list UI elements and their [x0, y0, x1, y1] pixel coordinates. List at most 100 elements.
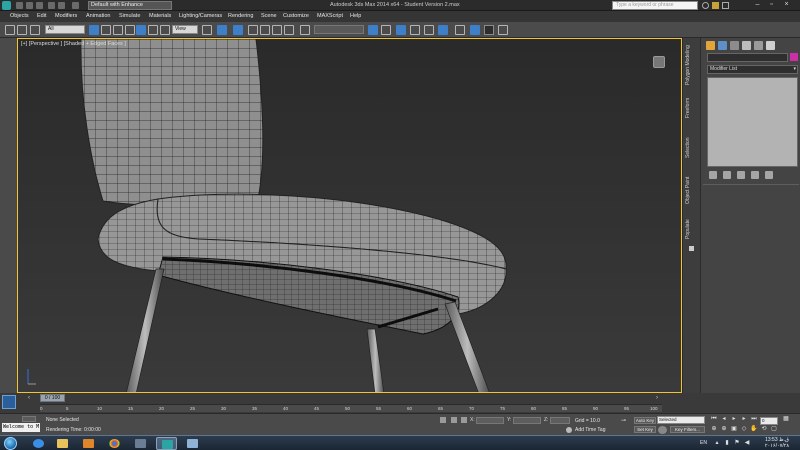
spinner-snap-icon[interactable] [284, 25, 294, 35]
menu-scene[interactable]: Scene [261, 13, 277, 19]
time-slider[interactable]: 0 / 100 [40, 394, 65, 402]
taskbar-3dsmax[interactable] [156, 437, 177, 450]
open-file-icon[interactable] [26, 2, 33, 9]
go-to-end-icon[interactable]: ⏭ [750, 416, 758, 424]
modifier-stack[interactable] [707, 77, 798, 167]
select-and-manipulate-icon[interactable] [217, 25, 227, 35]
render-setup-icon[interactable] [470, 25, 480, 35]
layer-manager-icon[interactable] [396, 25, 406, 35]
schematic-view-icon[interactable] [438, 25, 448, 35]
help-icon[interactable] [722, 2, 729, 9]
object-color-swatch[interactable] [790, 53, 798, 61]
create-tab-icon[interactable] [706, 41, 715, 50]
render-production-icon[interactable] [498, 25, 508, 35]
infocenter-icon[interactable] [702, 2, 709, 9]
graphite-toggle-icon[interactable] [410, 25, 420, 35]
menu-simulate[interactable]: Simulate [119, 13, 140, 19]
zoom-icon[interactable]: ⊕ [710, 426, 718, 434]
volume-icon[interactable]: ◀ [744, 440, 750, 446]
rendered-frame-window-icon[interactable] [484, 25, 494, 35]
bind-space-warp-icon[interactable] [30, 25, 40, 35]
taskbar-media-player[interactable] [78, 437, 99, 450]
project-folder-icon[interactable] [72, 2, 79, 9]
tab-freeform[interactable]: Freeform [685, 90, 699, 126]
motion-tab-icon[interactable] [742, 41, 751, 50]
y-coordinate-field[interactable] [513, 417, 541, 424]
named-selection-sets-dropdown[interactable] [314, 25, 364, 34]
maximize-button[interactable]: ▫ [766, 1, 777, 10]
save-file-icon[interactable] [36, 2, 43, 9]
tab-polygon-modeling[interactable]: Polygon Modeling [685, 42, 699, 88]
time-slider-next-icon[interactable]: › [656, 395, 664, 402]
angle-snap-icon[interactable] [260, 25, 270, 35]
next-frame-icon[interactable]: ▸ [740, 416, 748, 424]
zoom-all-icon[interactable]: ⊕ [720, 426, 728, 434]
tray-expand-icon[interactable]: ▴ [714, 440, 720, 446]
auto-key-button[interactable]: Auto Key [634, 417, 656, 424]
network-icon[interactable]: ▮ [724, 440, 730, 446]
tab-populate[interactable]: Populate [685, 212, 699, 246]
zoom-extents-icon[interactable]: ▣ [730, 426, 738, 434]
menu-lighting-cameras[interactable]: Lighting/Cameras [179, 13, 222, 19]
window-crossing-icon[interactable] [125, 25, 135, 35]
select-and-rotate-icon[interactable] [148, 25, 158, 35]
pivot-center-icon[interactable] [202, 25, 212, 35]
maxscript-listener-input[interactable]: Welcome to M [2, 423, 40, 432]
pin-stack-icon[interactable] [709, 171, 717, 179]
minimize-button[interactable]: – [752, 1, 763, 10]
undo-icon[interactable] [5, 25, 15, 35]
taskbar-ie[interactable] [28, 437, 49, 450]
viewport-layout-icon[interactable] [2, 395, 16, 409]
material-editor-icon[interactable] [455, 25, 465, 35]
show-end-result-icon[interactable] [723, 171, 731, 179]
taskbar-image-viewer[interactable] [182, 437, 203, 450]
object-name-input[interactable] [707, 53, 788, 62]
rectangular-selection-icon[interactable] [113, 25, 123, 35]
key-filters-button[interactable]: Key Filters... [670, 426, 705, 433]
key-mode-dropdown[interactable]: Selected [657, 416, 705, 424]
keyboard-shortcut-override-icon[interactable] [233, 25, 243, 35]
taskbar-explorer[interactable] [52, 437, 73, 450]
edit-named-selection-icon[interactable] [300, 25, 310, 35]
menu-customize[interactable]: Customize [283, 13, 309, 19]
orbit-icon[interactable]: ⟲ [760, 426, 768, 434]
set-key-button[interactable]: Set Key [634, 426, 656, 433]
taskbar-app[interactable] [130, 437, 151, 450]
tab-object-paint[interactable]: Object Paint [685, 170, 699, 210]
viewport-label[interactable]: [+] [Perspective ] [Shaded + Edged Faces… [21, 41, 126, 47]
undo-icon[interactable] [48, 2, 55, 9]
time-slider-prev-icon[interactable]: ‹ [28, 395, 36, 402]
link-icon[interactable] [17, 25, 27, 35]
align-icon[interactable] [381, 25, 391, 35]
perspective-viewport[interactable]: [+] [Perspective ] [Shaded + Edged Faces… [17, 38, 682, 393]
menu-edit[interactable]: Edit [37, 13, 46, 19]
viewcube-icon[interactable] [653, 56, 665, 68]
mirror-icon[interactable] [368, 25, 378, 35]
select-and-move-icon[interactable] [136, 25, 146, 35]
action-center-icon[interactable]: ⚑ [734, 440, 740, 446]
remove-modifier-icon[interactable] [751, 171, 759, 179]
x-coordinate-field[interactable] [476, 417, 504, 424]
app-icon[interactable] [2, 1, 11, 10]
menu-modifiers[interactable]: Modifiers [55, 13, 77, 19]
previous-frame-icon[interactable]: ◂ [720, 416, 728, 424]
isolate-selection-icon[interactable] [22, 416, 36, 422]
hierarchy-tab-icon[interactable] [730, 41, 739, 50]
search-input[interactable]: Type a keyword or phrase [612, 1, 698, 10]
curve-editor-icon[interactable] [424, 25, 434, 35]
snaps-toggle-icon[interactable] [248, 25, 258, 35]
language-indicator[interactable]: EN [700, 440, 707, 446]
menu-maxscript[interactable]: MAXScript [317, 13, 343, 19]
select-and-scale-icon[interactable] [160, 25, 170, 35]
clock[interactable]: 13:53 ق.ظ ۲۰۱۶/۰۷/۲۸ [760, 437, 794, 449]
make-unique-icon[interactable] [737, 171, 745, 179]
taskbar-chrome[interactable] [104, 437, 125, 450]
display-tab-icon[interactable] [754, 41, 763, 50]
time-configuration-icon[interactable]: ▦ [782, 416, 790, 424]
transform-mode-icon[interactable] [461, 417, 467, 423]
go-to-start-icon[interactable]: ⏮ [710, 416, 718, 424]
menu-help[interactable]: Help [350, 13, 361, 19]
pan-icon[interactable]: ✋ [750, 426, 758, 434]
select-object-icon[interactable] [89, 25, 99, 35]
percent-snap-icon[interactable] [272, 25, 282, 35]
